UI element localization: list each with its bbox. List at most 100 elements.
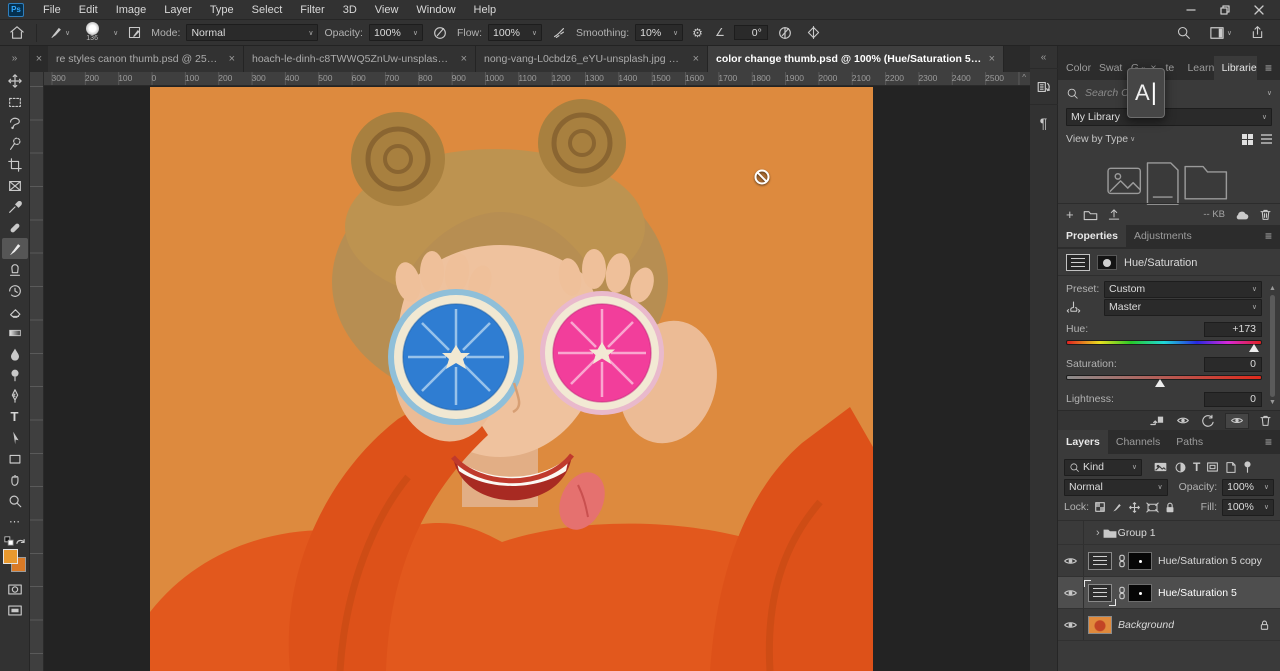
brush-size-picker[interactable]: 136 bbox=[79, 22, 105, 44]
menu-view[interactable]: View bbox=[366, 0, 408, 20]
tool-eyedropper[interactable] bbox=[2, 196, 28, 217]
opacity-select[interactable]: 100%∨ bbox=[369, 24, 423, 41]
minimize-button[interactable] bbox=[1178, 1, 1204, 19]
tool-dodge[interactable] bbox=[2, 364, 28, 385]
menu-window[interactable]: Window bbox=[407, 0, 464, 20]
hue-slider-handle[interactable] bbox=[1249, 344, 1259, 352]
filter-adjustment-layers-icon[interactable] bbox=[1174, 461, 1187, 474]
tab-color[interactable]: Color bbox=[1058, 56, 1091, 80]
default-colors-icon[interactable] bbox=[4, 536, 14, 546]
new-library-folder-icon[interactable] bbox=[1083, 209, 1098, 221]
list-view-icon[interactable] bbox=[1261, 134, 1272, 144]
saturation-value-field[interactable]: 0 bbox=[1204, 357, 1262, 372]
collapse-panels-icon[interactable]: « bbox=[1030, 46, 1057, 68]
foreground-color-swatch[interactable] bbox=[3, 549, 18, 564]
toggle-brush-settings-button[interactable] bbox=[124, 23, 145, 43]
filter-pixel-layers-icon[interactable] bbox=[1153, 461, 1168, 473]
add-library-element-icon[interactable]: + bbox=[1066, 207, 1074, 222]
filter-smart-objects-icon[interactable] bbox=[1225, 461, 1237, 474]
view-previous-state-icon[interactable] bbox=[1175, 414, 1191, 427]
adjustment-layer-thumbnail-targeted[interactable] bbox=[1088, 584, 1112, 602]
tool-hand[interactable] bbox=[2, 469, 28, 490]
tab-properties[interactable]: Properties bbox=[1058, 225, 1126, 247]
tool-brush-selected[interactable] bbox=[2, 238, 28, 259]
tab-close-icon[interactable]: × bbox=[989, 53, 995, 65]
lock-position-icon[interactable] bbox=[1128, 501, 1141, 514]
vertical-ruler[interactable] bbox=[30, 86, 44, 671]
lock-pixels-icon[interactable] bbox=[1111, 501, 1123, 513]
menu-file[interactable]: File bbox=[34, 0, 70, 20]
properties-scrollbar[interactable]: ▲▼ bbox=[1268, 285, 1277, 407]
filter-type-layers-icon[interactable]: T bbox=[1193, 460, 1200, 474]
tab-paths[interactable]: Paths bbox=[1168, 430, 1211, 454]
filter-kind-select[interactable]: Kind∨ bbox=[1064, 459, 1142, 476]
hidden-tab-close-icon[interactable]: × bbox=[30, 46, 48, 72]
pasteboard[interactable] bbox=[44, 86, 1030, 671]
my-library-select[interactable]: My Library∨ bbox=[1066, 108, 1272, 126]
library-search-input[interactable]: Search Curre bbox=[1085, 87, 1265, 99]
mode-select[interactable]: Normal∨ bbox=[186, 24, 318, 41]
swap-colors-icon[interactable] bbox=[15, 537, 26, 546]
tool-rectangle-shape[interactable] bbox=[2, 448, 28, 469]
cloud-sync-icon[interactable] bbox=[1234, 209, 1250, 221]
layers-panel-menu-icon[interactable]: ≡ bbox=[1257, 430, 1280, 454]
symmetry-butterfly-icon[interactable] bbox=[802, 23, 825, 43]
blend-mode-select[interactable]: Normal∨ bbox=[1064, 479, 1168, 496]
menu-type[interactable]: Type bbox=[201, 0, 243, 20]
smoothing-options-gear-icon[interactable]: ⚙ bbox=[689, 23, 706, 43]
tab-close-icon[interactable]: × bbox=[461, 53, 467, 65]
menu-help[interactable]: Help bbox=[465, 0, 506, 20]
menu-filter[interactable]: Filter bbox=[291, 0, 333, 20]
layer-mask-thumbnail[interactable] bbox=[1128, 552, 1152, 570]
menu-image[interactable]: Image bbox=[107, 0, 156, 20]
adjustment-layer-thumbnail[interactable] bbox=[1088, 552, 1112, 570]
layers-opacity-select[interactable]: 100%∨ bbox=[1222, 479, 1274, 496]
tool-type[interactable]: T bbox=[2, 406, 28, 427]
close-button[interactable] bbox=[1246, 1, 1272, 19]
tool-frame[interactable] bbox=[2, 175, 28, 196]
search-icon[interactable] bbox=[1173, 23, 1194, 43]
tool-move[interactable] bbox=[2, 70, 28, 91]
reset-adjustment-icon[interactable] bbox=[1201, 414, 1215, 428]
menu-layer[interactable]: Layer bbox=[155, 0, 201, 20]
layer-row-group-1[interactable]: › Group 1 bbox=[1058, 521, 1280, 545]
lock-all-icon[interactable] bbox=[1164, 501, 1176, 514]
workspace-switcher-icon[interactable]: ∨ bbox=[1206, 23, 1235, 43]
upload-library-icon[interactable] bbox=[1107, 208, 1121, 221]
tool-quick-selection[interactable] bbox=[2, 133, 28, 154]
layer-row-background[interactable]: Background bbox=[1058, 609, 1280, 641]
restore-button[interactable] bbox=[1212, 1, 1238, 19]
tool-path-selection[interactable] bbox=[2, 427, 28, 448]
pressure-size-icon[interactable] bbox=[774, 23, 796, 43]
targeted-adjustment-icon[interactable] bbox=[1066, 300, 1104, 315]
layer-mask-icon[interactable] bbox=[1097, 255, 1117, 270]
flow-select[interactable]: 100%∨ bbox=[488, 24, 542, 41]
tool-pen[interactable] bbox=[2, 385, 28, 406]
background-lock-icon[interactable] bbox=[1259, 619, 1270, 631]
brush-angle-field[interactable]: 0° bbox=[734, 25, 768, 40]
hue-value-field[interactable]: +173 bbox=[1204, 322, 1262, 337]
visibility-toggle[interactable] bbox=[1058, 545, 1084, 576]
tab-adjustments[interactable]: Adjustments bbox=[1126, 225, 1200, 247]
lock-artboard-icon[interactable] bbox=[1146, 502, 1159, 513]
doc-tab-3[interactable]: nong-vang-L0cbdz6_eYU-unsplash.jpg @ 33.… bbox=[476, 46, 708, 72]
fill-select[interactable]: 100%∨ bbox=[1222, 499, 1274, 516]
lock-transparency-icon[interactable] bbox=[1094, 501, 1106, 513]
tool-crop[interactable] bbox=[2, 154, 28, 175]
tool-blur[interactable] bbox=[2, 343, 28, 364]
text-input-overlay[interactable]: A| bbox=[1127, 68, 1165, 118]
menu-edit[interactable]: Edit bbox=[70, 0, 107, 20]
doc-tab-2[interactable]: hoach-le-dinh-c8TWWQ5ZnUw-unsplash.jpg× bbox=[244, 46, 476, 72]
saturation-slider-handle[interactable] bbox=[1155, 379, 1165, 387]
paragraph-panel-icon[interactable]: ¶ bbox=[1030, 104, 1058, 140]
filter-toggle-icon[interactable] bbox=[1243, 460, 1252, 474]
tool-history-brush[interactable] bbox=[2, 280, 28, 301]
tool-zoom[interactable] bbox=[2, 490, 28, 511]
delete-library-item-icon[interactable] bbox=[1259, 208, 1272, 221]
layer-row-huesat-copy[interactable]: Hue/Saturation 5 copy bbox=[1058, 545, 1280, 577]
tool-lasso[interactable] bbox=[2, 112, 28, 133]
tool-spot-healing[interactable] bbox=[2, 217, 28, 238]
visibility-toggle[interactable] bbox=[1058, 609, 1084, 640]
tab-swatches[interactable]: Swat bbox=[1091, 56, 1123, 80]
channel-select[interactable]: Master∨ bbox=[1104, 299, 1262, 316]
